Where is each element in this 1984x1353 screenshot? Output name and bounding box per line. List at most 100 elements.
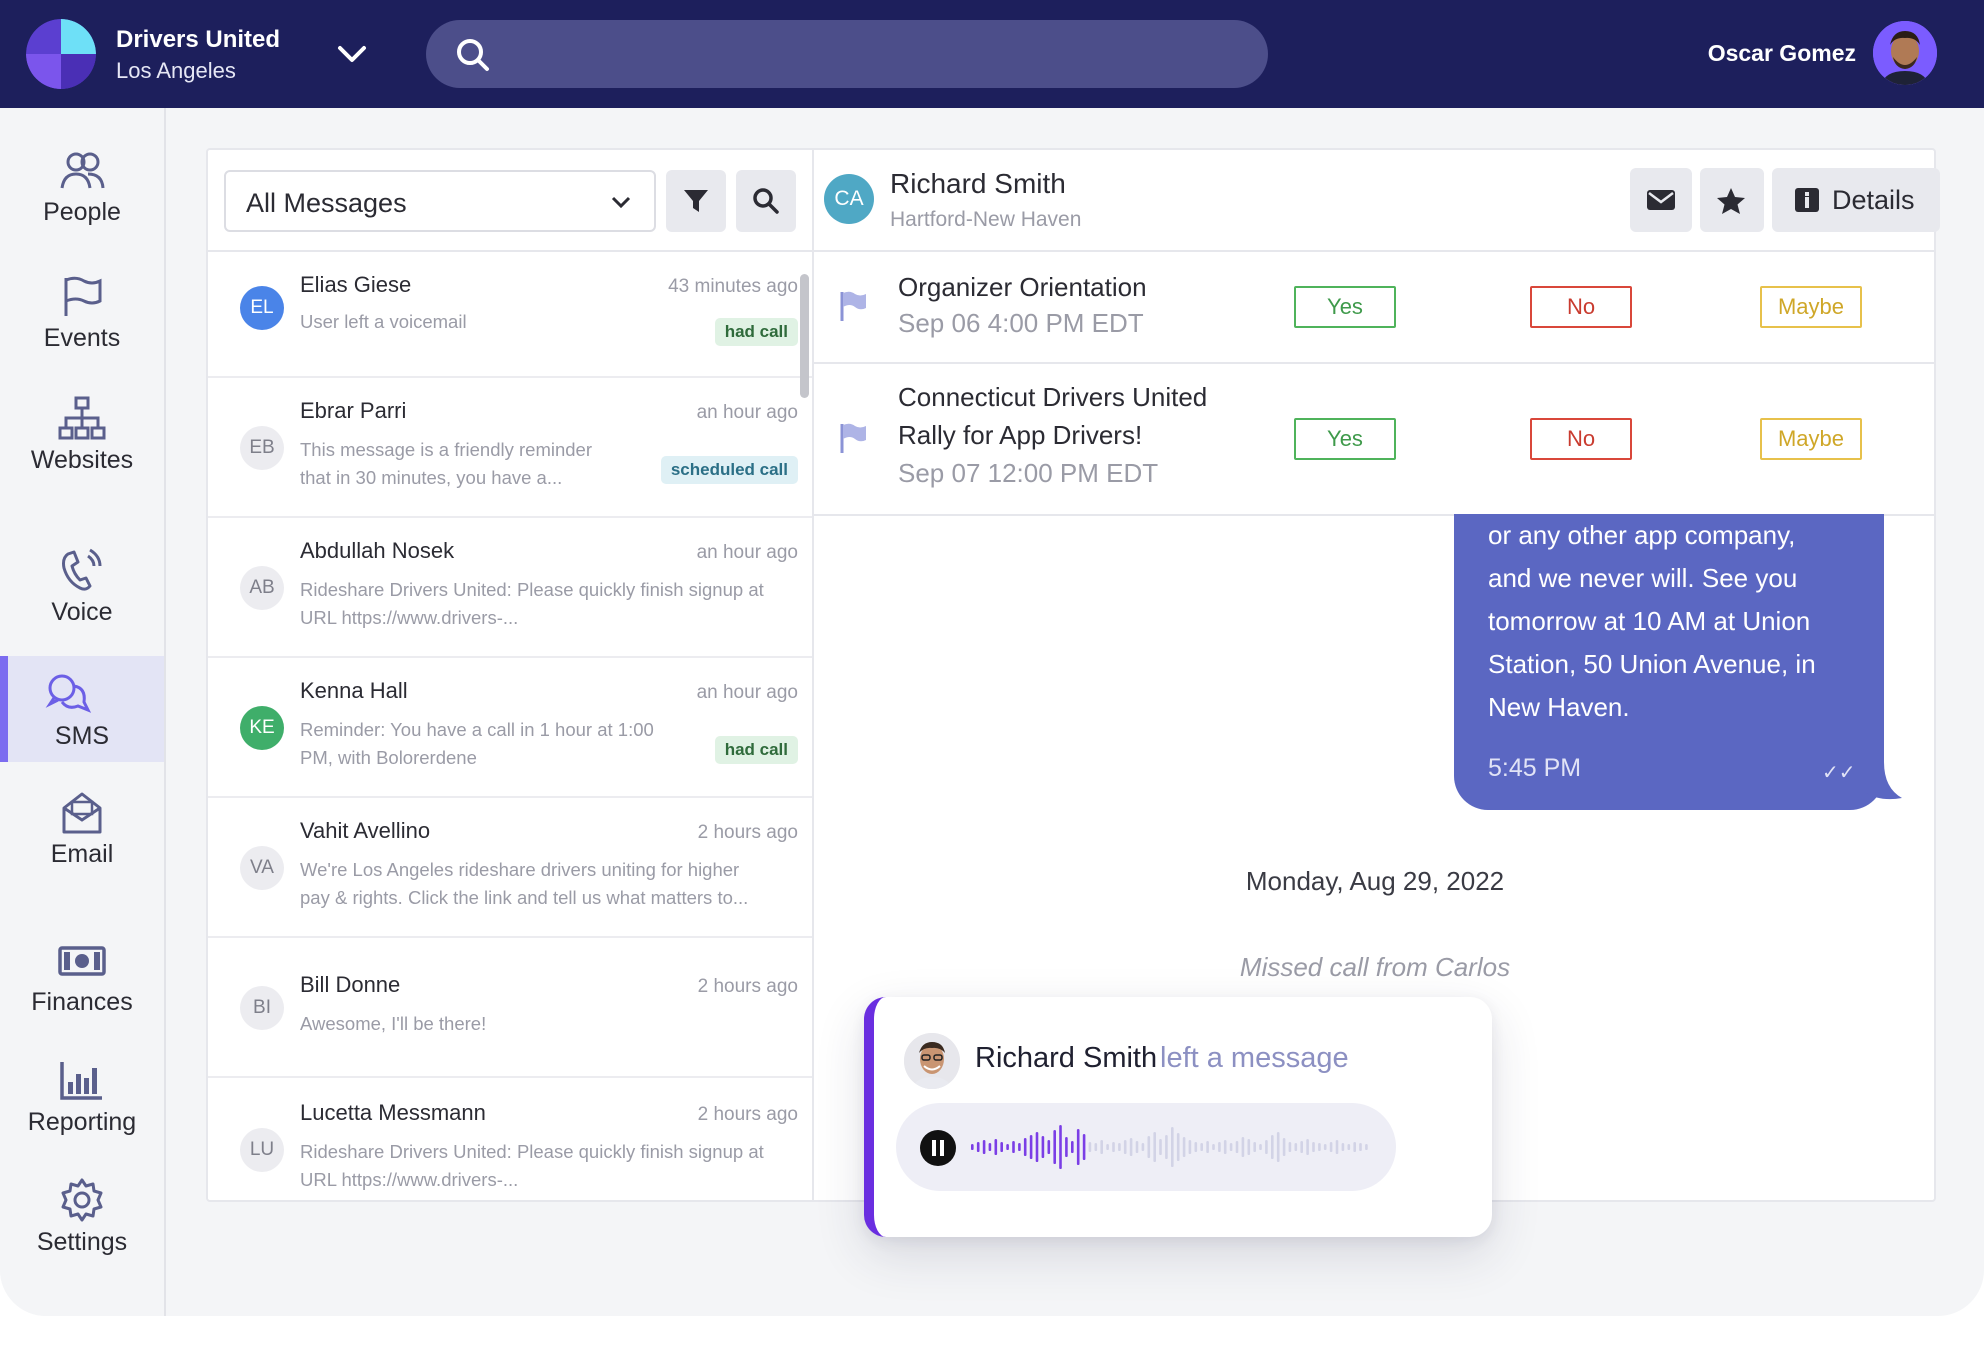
user-avatar[interactable] — [1873, 21, 1937, 85]
pause-button[interactable] — [920, 1130, 956, 1166]
rsvp-maybe-button[interactable]: Maybe — [1760, 418, 1862, 460]
nav-item-people[interactable]: People — [0, 148, 164, 227]
waveform-bar — [982, 1140, 986, 1154]
message-time: 5:45 PM — [1488, 754, 1582, 782]
app-window: Drivers United Los Angeles Oscar Gomez P… — [0, 0, 1984, 1316]
waveform-bar — [1306, 1139, 1309, 1155]
nav-item-email[interactable]: Email — [0, 790, 164, 869]
voicemail-card: Richard Smith left a message — [864, 997, 1492, 1237]
conversation-item[interactable]: LU Lucetta Messmann 2 hours ago Rideshar… — [208, 1078, 812, 1202]
voicemail-action-text: left a message — [1160, 1042, 1349, 1074]
audio-waveform[interactable] — [970, 1117, 1370, 1177]
conversation-item[interactable]: KE Kenna Hall an hour ago Reminder: You … — [208, 658, 812, 798]
waveform-bar — [1065, 1137, 1068, 1157]
missed-call-notice: Missed call from Carlos — [1239, 952, 1511, 982]
pause-icon — [932, 1140, 944, 1156]
waveform-bar — [1047, 1140, 1051, 1154]
rsvp-yes-button[interactable]: Yes — [1294, 286, 1396, 328]
waveform-bar — [1323, 1144, 1327, 1150]
waveform-bar — [1000, 1142, 1003, 1152]
avatar: AB — [240, 566, 284, 610]
message-preview: This message is a friendly reminder — [300, 439, 592, 460]
outgoing-message-bubble: or any other app company, and we never w… — [1454, 514, 1884, 810]
event-date: Sep 06 4:00 PM EDT — [898, 308, 1144, 338]
event-title-line2: Rally for App Drivers! — [898, 420, 1143, 450]
waveform-bar — [1129, 1138, 1133, 1156]
gear-icon — [61, 1178, 103, 1222]
rsvp-no-button[interactable]: No — [1530, 286, 1632, 328]
waveform-bar — [1112, 1142, 1115, 1152]
nav-item-reporting[interactable]: Reporting — [0, 1058, 164, 1137]
nav-item-voice[interactable]: Voice — [0, 548, 164, 627]
nav-label-settings: Settings — [36, 1228, 128, 1256]
nav-item-settings[interactable]: Settings — [0, 1178, 164, 1257]
chat-icon — [45, 674, 92, 713]
nav-label-events: Events — [43, 324, 121, 352]
status-badge: scheduled call — [660, 456, 798, 484]
delivered-checks-icon: ✓✓ — [1822, 762, 1856, 784]
conversation-item[interactable]: AB Abdullah Nosek an hour ago Rideshare … — [208, 518, 812, 658]
chevron-down-icon — [611, 196, 631, 209]
contact-name: Richard Smith — [890, 168, 1066, 199]
conversation-list-scrollbar[interactable] — [800, 274, 809, 398]
message-preview: Rideshare Drivers United: Please quickly… — [300, 579, 764, 600]
nav-item-websites[interactable]: Websites — [0, 396, 164, 475]
global-search-input[interactable] — [426, 20, 1268, 88]
nav-item-sms[interactable]: SMS — [0, 656, 164, 762]
people-icon — [60, 152, 105, 189]
conversation-item[interactable]: VA Vahit Avellino 2 hours ago We're Los … — [208, 798, 812, 938]
rsvp-yes-button[interactable]: Yes — [1294, 418, 1396, 460]
waveform-bar — [1206, 1141, 1209, 1153]
waveform-bar — [971, 1144, 974, 1150]
waveform-bar — [1088, 1142, 1092, 1152]
waveform-bar — [1053, 1130, 1056, 1164]
waveform-bar — [1059, 1125, 1062, 1169]
nav-label-websites: Websites — [30, 446, 134, 474]
waveform-bar — [1165, 1135, 1168, 1159]
message-preview: Rideshare Drivers United: Please quickly… — [300, 1141, 764, 1162]
contact-name: Ebrar Parri — [300, 398, 407, 423]
nav-label-people: People — [43, 198, 121, 226]
message-preview: User left a voicemail — [300, 311, 467, 332]
waveform-bar — [1365, 1144, 1368, 1150]
status-badge: had call — [714, 318, 798, 346]
contact-avatar: CA — [824, 174, 874, 224]
waveform-bar — [1223, 1140, 1227, 1154]
details-button[interactable]: Details — [1772, 168, 1940, 232]
conversation-list: All Messages EL Elias Giese 43 minutes a… — [208, 150, 814, 1202]
waveform-bar — [1153, 1132, 1156, 1162]
user-name[interactable]: Oscar Gomez — [1708, 40, 1856, 67]
waveform-bar — [1147, 1136, 1151, 1158]
waveform-bar — [1288, 1142, 1292, 1152]
star-contact-button[interactable] — [1700, 168, 1764, 232]
message-filter-value: All Messages — [246, 188, 407, 218]
conversation-item[interactable]: EL Elias Giese 43 minutes ago User left … — [208, 252, 812, 378]
waveform-bar — [1012, 1141, 1015, 1153]
avatar: EL — [240, 286, 284, 330]
org-switcher-chevron-icon[interactable] — [332, 38, 372, 70]
timestamp: an hour ago — [696, 402, 798, 423]
search-conversations-button[interactable] — [736, 170, 796, 232]
nav-item-finances[interactable]: Finances — [0, 938, 164, 1017]
org-city: Los Angeles — [116, 58, 236, 83]
nav-item-events[interactable]: Events — [0, 274, 164, 353]
status-badge: had call — [714, 736, 798, 764]
waveform-bar — [1312, 1142, 1315, 1152]
waveform-bar — [1253, 1142, 1256, 1152]
conversation-item[interactable]: EB Ebrar Parri an hour ago This message … — [208, 378, 812, 518]
message-text: or any other app company, and we never w… — [1488, 514, 1868, 729]
waveform-bar — [988, 1143, 992, 1151]
conversation-item[interactable]: BI Bill Donne 2 hours ago Awesome, I'll … — [208, 938, 812, 1078]
contact-name: Abdullah Nosek — [300, 538, 455, 563]
waveform-bar — [976, 1142, 980, 1152]
event-title: Connecticut Drivers United — [898, 382, 1208, 412]
filter-button[interactable] — [666, 170, 726, 232]
message-filter-select[interactable]: All Messages — [224, 170, 656, 232]
org-logo[interactable] — [26, 19, 96, 89]
rsvp-no-button[interactable]: No — [1530, 418, 1632, 460]
rsvp-maybe-button[interactable]: Maybe — [1760, 286, 1862, 328]
waveform-bar — [1200, 1143, 1203, 1151]
email-contact-button[interactable] — [1630, 168, 1692, 232]
date-separator: Monday, Aug 29, 2022 — [1245, 866, 1505, 896]
contact-name: Vahit Avellino — [300, 818, 431, 843]
